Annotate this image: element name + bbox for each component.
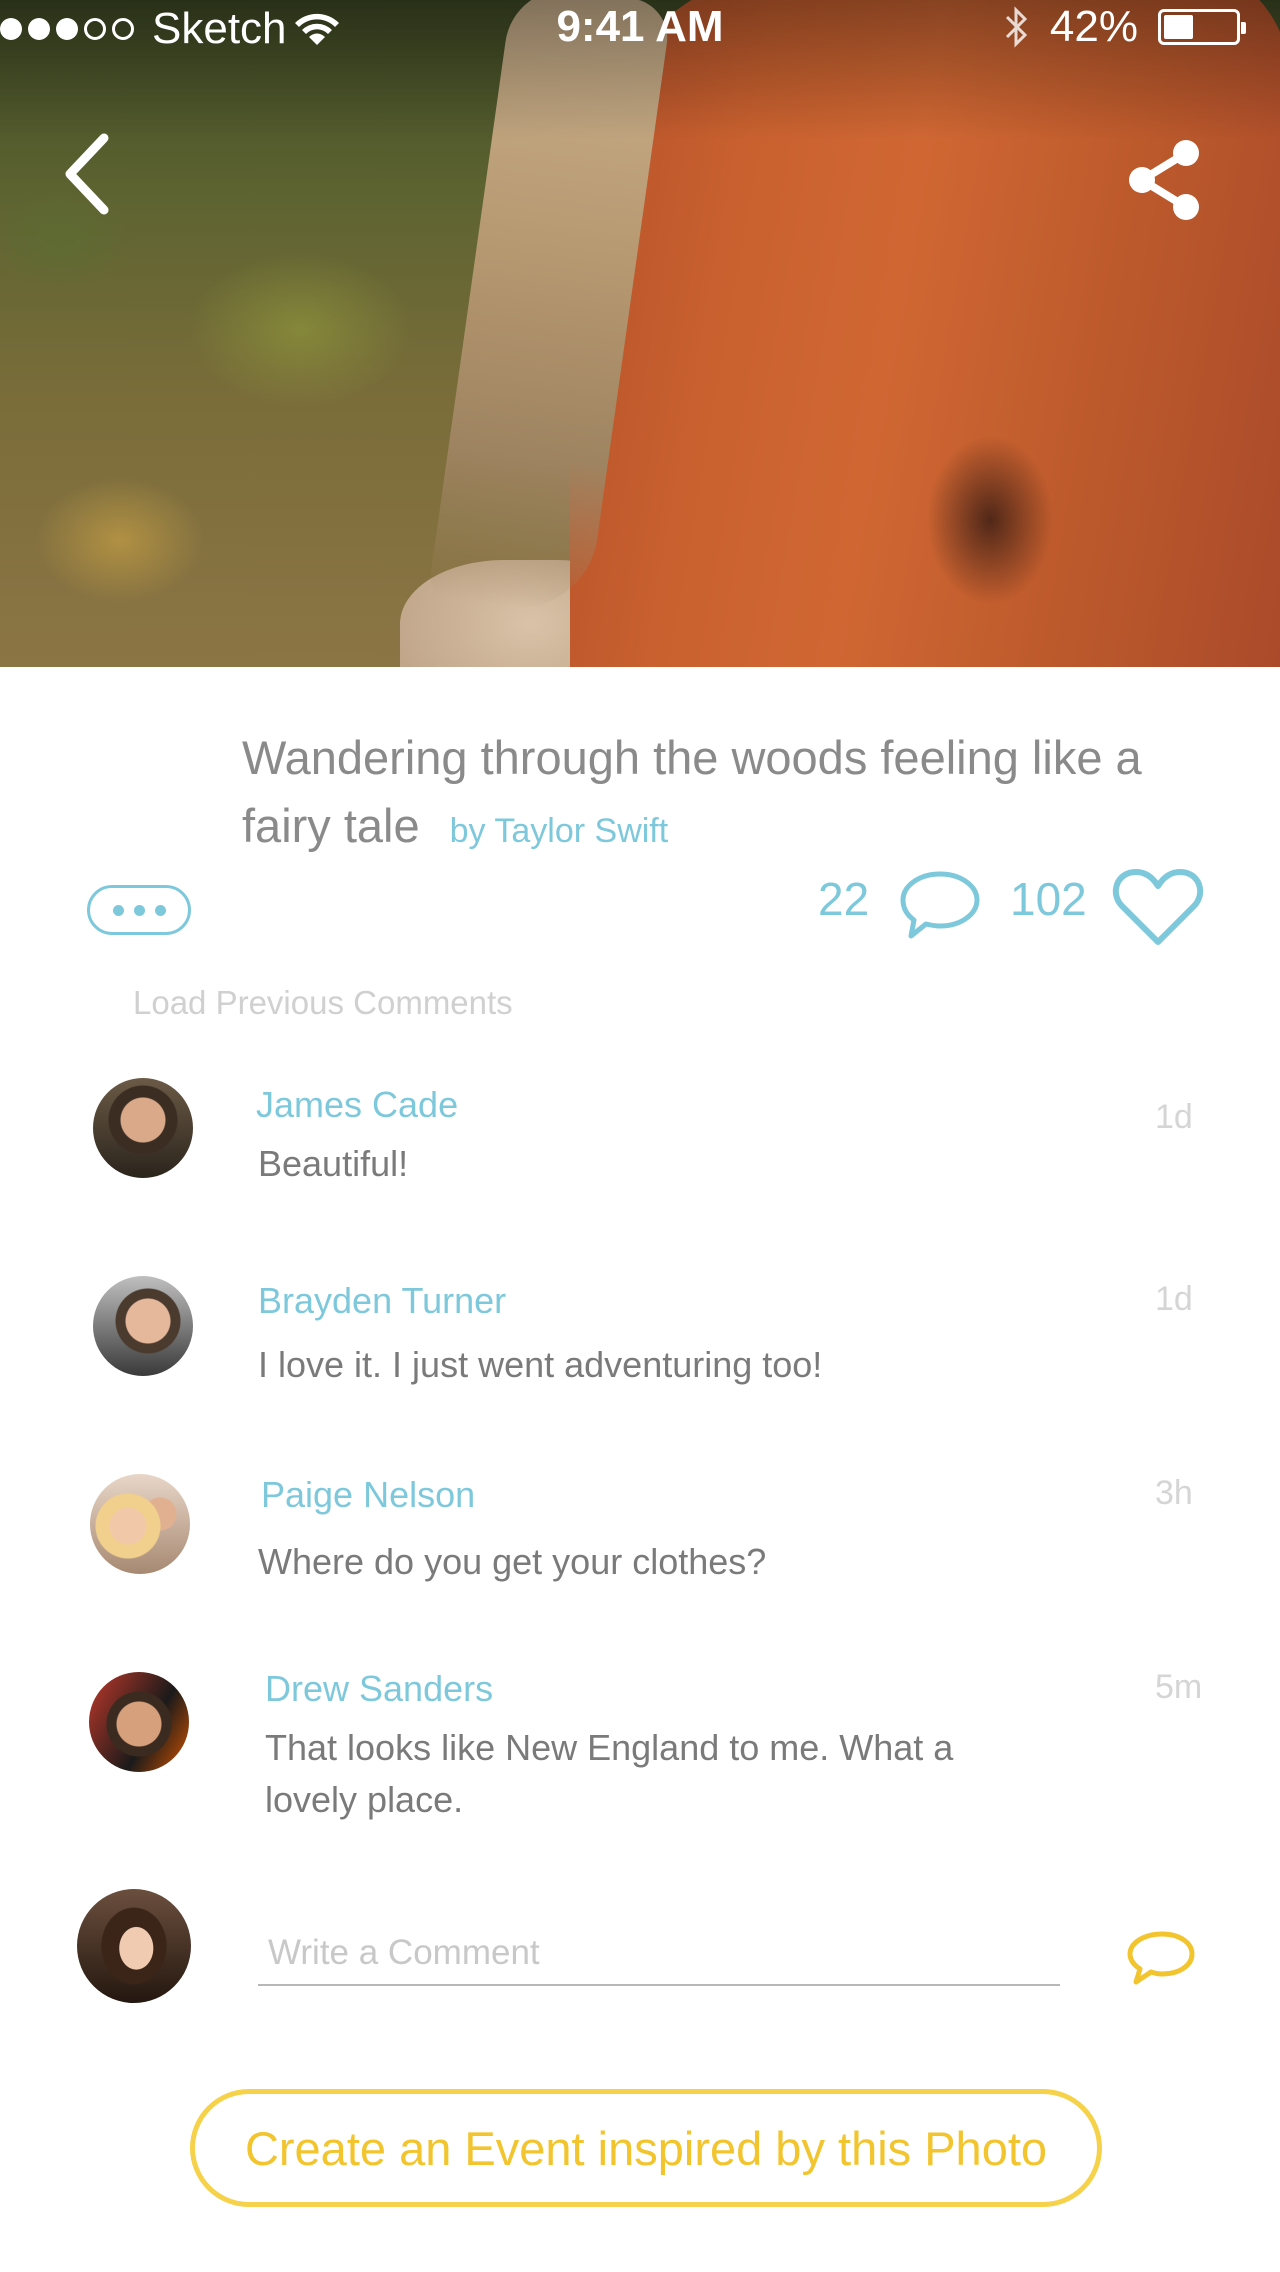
send-comment-icon[interactable] xyxy=(1124,1926,1196,1990)
dot xyxy=(154,904,166,916)
current-user-avatar xyxy=(77,1889,191,2003)
comment-time: 3h xyxy=(1155,1474,1193,1512)
battery-fill xyxy=(1164,15,1193,39)
status-bar: Sketch 9:41 AM 42% xyxy=(0,0,1280,60)
post-title: Wandering through the woods feeling like… xyxy=(242,731,1142,852)
commenter-avatar[interactable] xyxy=(93,1276,193,1376)
commenter-name[interactable]: James Cade xyxy=(256,1084,458,1126)
commenter-name[interactable]: Brayden Turner xyxy=(258,1280,506,1322)
comment-count: 22 xyxy=(818,873,870,925)
like-count: 102 xyxy=(1010,873,1087,925)
comment-time: 1d xyxy=(1155,1098,1193,1136)
post-caption: Wandering through the woods feeling like… xyxy=(242,724,1222,865)
back-button[interactable] xyxy=(56,130,126,220)
comment-text: That looks like New England to me. What … xyxy=(265,1727,954,1820)
heart-icon[interactable] xyxy=(1112,866,1204,948)
commenter-avatar[interactable] xyxy=(93,1078,193,1178)
commenter-avatar[interactable] xyxy=(90,1474,190,1574)
commenter-name[interactable]: Paige Nelson xyxy=(261,1474,475,1516)
create-event-button[interactable]: Create an Event inspired by this Photo xyxy=(190,2089,1102,2207)
dot xyxy=(133,904,145,916)
load-previous-comments-link[interactable]: Load Previous Comments xyxy=(133,984,513,1022)
comment-time: 5m xyxy=(1155,1668,1203,1706)
bluetooth-icon xyxy=(1005,6,1028,48)
comment-text: I love it. I just went adventuring too! xyxy=(258,1344,823,1385)
comment-icon[interactable] xyxy=(897,866,983,944)
more-options-button[interactable] xyxy=(87,885,191,935)
post-author-link[interactable]: by Taylor Swift xyxy=(450,812,669,850)
commenter-avatar[interactable] xyxy=(89,1672,189,1772)
comment-text: Where do you get your clothes? xyxy=(258,1541,767,1582)
comment-time: 1d xyxy=(1155,1280,1193,1318)
comment-input[interactable] xyxy=(258,1922,1060,1986)
share-button[interactable] xyxy=(1120,135,1210,225)
battery-icon xyxy=(1158,9,1246,45)
commenter-name[interactable]: Drew Sanders xyxy=(265,1668,493,1710)
comment-text: Beautiful! xyxy=(258,1143,409,1184)
battery-percent: 42% xyxy=(1049,2,1138,51)
hero-photo xyxy=(0,0,1280,667)
dot xyxy=(112,904,124,916)
status-right: 42% xyxy=(1004,2,1246,52)
